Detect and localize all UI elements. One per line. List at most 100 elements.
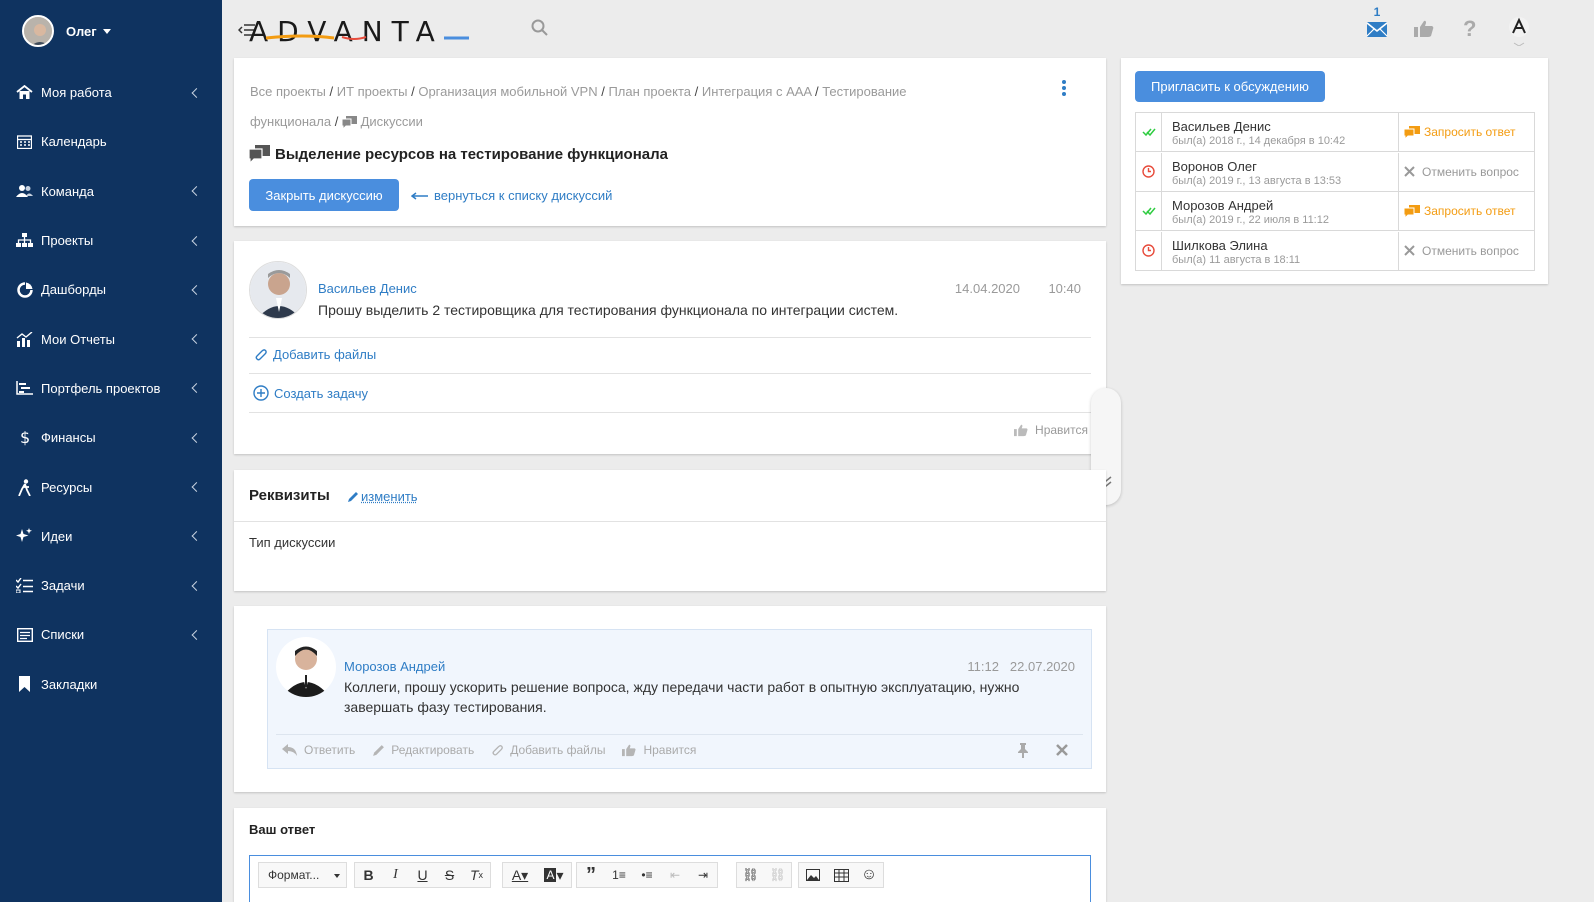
pin-icon[interactable] <box>1017 743 1029 758</box>
participant-name[interactable]: Морозов Андрей <box>1172 198 1273 213</box>
mail-count-badge: 1 <box>1373 5 1381 19</box>
advanta-logo[interactable]: ADVANTA <box>243 15 444 48</box>
sidebar-item[interactable]: Команда <box>0 167 222 216</box>
participant-name[interactable]: Шилкова Элина <box>1172 238 1268 253</box>
pencil-icon <box>373 744 385 756</box>
sidebar-item[interactable]: Задачи <box>0 561 222 610</box>
numbered-list-icon[interactable]: 1≡ <box>605 863 633 887</box>
emoji-icon[interactable]: ☺ <box>855 863 883 887</box>
image-icon[interactable] <box>799 863 827 887</box>
bullet-list-icon[interactable]: •≡ <box>633 863 661 887</box>
comment-author-avatar[interactable] <box>276 637 336 697</box>
sidebar-nav: Моя работа Календарь Команда Проекты Дашборд… <box>0 68 222 709</box>
chevron-left-icon[interactable] <box>191 531 202 542</box>
strikethrough-icon[interactable]: S <box>436 863 463 887</box>
breadcrumb-item[interactable]: Организация мобильной VPN <box>418 84 597 99</box>
italic-icon[interactable]: I <box>382 863 409 887</box>
clear-format-icon[interactable]: Tx <box>463 863 490 887</box>
background-color-icon[interactable]: A ▾ <box>537 863 571 887</box>
edit-requisites-link[interactable]: изменить <box>347 489 418 504</box>
outdent-icon[interactable]: ⇤ <box>661 863 689 887</box>
chevron-down-icon[interactable] <box>102 28 111 34</box>
sidebar-item[interactable]: Портфель проектов <box>0 364 222 413</box>
participant-row: Шилкова Элина был(а) 11 августа в 18:11 От… <box>1136 231 1534 271</box>
sidebar-item[interactable]: Календарь <box>0 117 222 166</box>
user-name[interactable]: Олег <box>66 24 97 39</box>
chevron-left-icon[interactable] <box>191 284 202 295</box>
invite-to-discussion-button[interactable]: Пригласить к обсуждению <box>1135 71 1325 102</box>
sidebar-item[interactable]: Дашборды <box>0 265 222 314</box>
toolbar-group-link: ⛓ ⛓ <box>736 862 792 888</box>
breadcrumb-current[interactable]: Дискуссии <box>361 114 423 129</box>
cancel-question-button[interactable]: Отменить вопрос <box>1398 231 1534 270</box>
comment-like-button[interactable]: Нравится <box>622 743 696 757</box>
thumbs-up-icon[interactable] <box>1414 20 1434 38</box>
request-answer-button[interactable]: Запросить ответ <box>1398 113 1534 152</box>
sidebar-item-label: Проекты <box>41 233 94 249</box>
help-icon[interactable]: ? <box>1463 16 1476 42</box>
comment-item: Морозов Андрей 11:12 22.07.2020 Коллеги,… <box>267 629 1092 769</box>
chevron-left-icon[interactable] <box>191 235 202 246</box>
table-icon[interactable] <box>827 863 855 887</box>
sidebar-item[interactable]: Моя работа <box>0 68 222 117</box>
user-avatar[interactable] <box>22 15 54 47</box>
breadcrumb-item[interactable]: План проекта <box>608 84 691 99</box>
advanta-small-logo-icon[interactable] <box>1508 16 1530 46</box>
unlink-icon[interactable]: ⛓ <box>764 863 791 887</box>
double-check-icon <box>1136 192 1162 231</box>
chevron-left-icon[interactable] <box>191 432 202 443</box>
post-author-link[interactable]: Васильев Денис <box>318 281 417 296</box>
delete-comment-icon[interactable] <box>1056 744 1068 756</box>
participant-name[interactable]: Воронов Олег <box>1172 159 1257 174</box>
chevron-left-icon[interactable] <box>191 87 202 98</box>
indent-icon[interactable]: ⇥ <box>689 863 717 887</box>
request-answer-button[interactable]: Запросить ответ <box>1398 192 1534 231</box>
sidebar-item[interactable]: Идеи <box>0 512 222 561</box>
user-menu[interactable]: Олег <box>22 15 111 47</box>
back-to-discussions-link[interactable]: вернуться к списку дискуссий <box>411 188 612 203</box>
underline-icon[interactable]: U <box>409 863 436 887</box>
participant-name[interactable]: Васильев Денис <box>1172 119 1271 134</box>
chevron-left-icon[interactable] <box>191 580 202 591</box>
sidebar-item[interactable]: Списки <box>0 610 222 659</box>
author-avatar[interactable] <box>249 261 307 319</box>
comment-add-files-button[interactable]: Добавить файлы <box>491 743 605 757</box>
sidebar-item[interactable]: Проекты <box>0 216 222 265</box>
blockquote-icon[interactable]: ” <box>577 863 605 887</box>
bold-icon[interactable]: B <box>355 863 382 887</box>
reports-icon <box>16 331 33 348</box>
more-vertical-icon[interactable] <box>1061 79 1067 97</box>
sidebar-item[interactable]: Мои Отчеты <box>0 314 222 363</box>
format-select[interactable]: Формат... <box>258 862 347 888</box>
discussion-post-card: Васильев Денис 14.04.2020 10:40 Прошу вы… <box>234 241 1106 454</box>
chevron-left-icon[interactable] <box>191 482 202 492</box>
text-color-icon[interactable]: A▾ <box>503 863 537 887</box>
chevron-left-icon[interactable] <box>191 186 202 197</box>
participant-action-label: Запросить ответ <box>1424 204 1516 219</box>
like-button[interactable]: Нравится <box>1014 423 1088 437</box>
breadcrumb-item[interactable]: Все проекты <box>250 84 326 99</box>
clock-icon <box>1136 231 1162 270</box>
reply-editor[interactable]: Формат... B I U S Tx A▾ A ▾ ” 1≡ •≡ ⇤ ⇥ ⛓… <box>249 855 1091 902</box>
participant-row: Морозов Андрей был(а) 2019 г., 22 июля в … <box>1136 192 1534 232</box>
chevron-left-icon[interactable] <box>191 383 202 394</box>
create-task-link[interactable]: Создать задачу <box>253 385 368 401</box>
sidebar-item[interactable]: Закладки <box>0 660 222 709</box>
edit-comment-button[interactable]: Редактировать <box>372 743 474 757</box>
add-files-link[interactable]: Добавить файлы <box>254 347 376 362</box>
comment-author-link[interactable]: Морозов Андрей <box>344 659 445 674</box>
link-icon[interactable]: ⛓ <box>737 863 764 887</box>
chevron-left-icon[interactable] <box>191 629 202 640</box>
sidebar-item[interactable]: $ Финансы <box>0 413 222 462</box>
mail-icon[interactable] <box>1366 21 1388 38</box>
chevron-left-icon[interactable] <box>191 334 202 345</box>
reply-button[interactable]: Ответить <box>282 743 355 757</box>
close-discussion-button[interactable]: Закрыть дискуссию <box>249 179 399 211</box>
chat-bubbles-icon <box>1404 125 1420 139</box>
sidebar-item[interactable]: Ресурсы <box>0 462 222 511</box>
breadcrumb-item[interactable]: Интеграция с AAA <box>702 84 812 99</box>
cancel-question-button[interactable]: Отменить вопрос <box>1398 152 1534 191</box>
search-icon[interactable] <box>531 19 549 37</box>
breadcrumb-item[interactable]: ИТ проекты <box>337 84 408 99</box>
post-time: 10:40 <box>1048 281 1081 296</box>
